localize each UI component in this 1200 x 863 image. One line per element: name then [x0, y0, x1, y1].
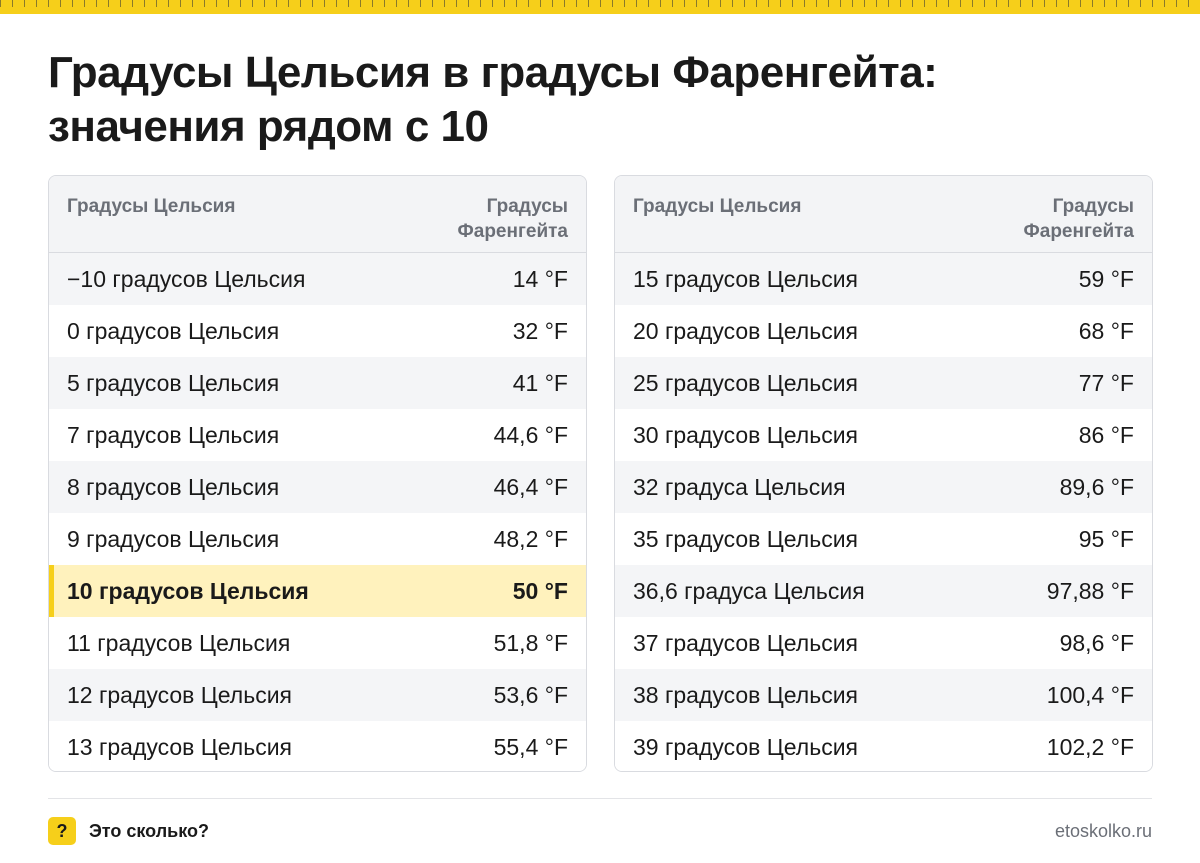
- table-row: 12 градусов Цельсия 53,6 °F: [49, 669, 586, 721]
- fahrenheit-cell: 50 °F: [512, 577, 568, 604]
- table-row: 15 градусов Цельсия 59 °F: [615, 253, 1152, 305]
- celsius-cell: 12 градусов Цельсия: [67, 681, 293, 708]
- table-body: −10 градусов Цельсия 14 °F 0 градусов Цел…: [49, 253, 586, 771]
- table-row: 30 градусов Цельсия 86 °F: [615, 409, 1152, 461]
- celsius-cell: 5 градусов Цельсия: [67, 369, 280, 396]
- table-row: 13 градусов Цельсия 55,4 °F: [49, 721, 586, 771]
- table-row: 32 градуса Цельсия 89,6 °F: [615, 461, 1152, 513]
- table-row: 8 градусов Цельсия 46,4 °F: [49, 461, 586, 513]
- celsius-cell: 37 градусов Цельсия: [633, 629, 859, 656]
- table-row: −10 градусов Цельсия 14 °F: [49, 253, 586, 305]
- header-celsius: Градусы Цельсия: [633, 196, 802, 217]
- celsius-cell: 0 градусов Цельсия: [67, 317, 280, 344]
- celsius-cell: 32 градуса Цельсия: [633, 473, 846, 500]
- conversion-table-left: Градусы Цельсия Градусы Фаренгейта −10 г…: [48, 175, 587, 772]
- fahrenheit-cell: 41 °F: [512, 369, 568, 396]
- celsius-cell: 25 градусов Цельсия: [633, 369, 859, 396]
- fahrenheit-cell: 55,4 °F: [493, 733, 568, 760]
- table-row: 25 градусов Цельсия 77 °F: [615, 357, 1152, 409]
- table-row: 20 градусов Цельсия 68 °F: [615, 305, 1152, 357]
- table-row: 11 градусов Цельсия 51,8 °F: [49, 617, 586, 669]
- fahrenheit-cell: 98,6 °F: [1059, 629, 1134, 656]
- header-celsius: Градусы Цельсия: [67, 196, 236, 217]
- fahrenheit-cell: 46,4 °F: [493, 473, 568, 500]
- fahrenheit-cell: 44,6 °F: [493, 421, 568, 448]
- fahrenheit-cell: 53,6 °F: [493, 681, 568, 708]
- fahrenheit-cell: 68 °F: [1078, 317, 1134, 344]
- celsius-cell: 8 градусов Цельсия: [67, 473, 280, 500]
- brand-name: Это сколько?: [89, 821, 209, 841]
- table-row: 36,6 градуса Цельсия 97,88 °F: [615, 565, 1152, 617]
- footer-divider: [48, 798, 1152, 799]
- celsius-cell: 9 градусов Цельсия: [67, 525, 280, 552]
- table-row: 0 градусов Цельсия 32 °F: [49, 305, 586, 357]
- header-fahrenheit: Градусы Фаренгейта: [1023, 196, 1134, 242]
- fahrenheit-cell: 51,8 °F: [493, 629, 568, 656]
- celsius-cell: 36,6 градуса Цельсия: [633, 577, 865, 604]
- fahrenheit-cell: 95 °F: [1078, 525, 1134, 552]
- celsius-cell: 39 градусов Цельсия: [633, 733, 859, 760]
- fahrenheit-cell: 14 °F: [512, 265, 568, 292]
- table-header: Градусы Цельсия Градусы Фаренгейта: [49, 176, 586, 253]
- question-mark-icon: ?: [48, 817, 76, 845]
- table-row: 38 градусов Цельсия 100,4 °F: [615, 669, 1152, 721]
- celsius-cell: 7 градусов Цельсия: [67, 421, 280, 448]
- celsius-cell: 13 градусов Цельсия: [67, 733, 293, 760]
- fahrenheit-cell: 59 °F: [1078, 265, 1134, 292]
- table-body: 15 градусов Цельсия 59 °F 20 градусов Цел…: [615, 253, 1152, 771]
- celsius-cell: 10 градусов Цельсия: [67, 577, 309, 604]
- table-row: 35 градусов Цельсия 95 °F: [615, 513, 1152, 565]
- site-url: etoskolko.ru: [1054, 821, 1152, 841]
- celsius-cell: 20 градусов Цельсия: [633, 317, 859, 344]
- celsius-cell: −10 градусов Цельсия: [67, 265, 306, 292]
- fahrenheit-cell: 48,2 °F: [493, 525, 568, 552]
- badge-glyph: ?: [56, 820, 68, 841]
- page-title: Градусы Цельсия в градусы Фаренгейта: зн…: [48, 46, 1148, 154]
- celsius-cell: 30 градусов Цельсия: [633, 421, 859, 448]
- table-row: 7 градусов Цельсия 44,6 °F: [49, 409, 586, 461]
- fahrenheit-cell: 100,4 °F: [1046, 681, 1134, 708]
- fahrenheit-cell: 32 °F: [512, 317, 568, 344]
- celsius-cell: 35 градусов Цельсия: [633, 525, 859, 552]
- page-title-line-1: Градусы Цельсия в градусы Фаренгейта:: [48, 48, 938, 97]
- celsius-cell: 11 градусов Цельсия: [67, 629, 291, 656]
- page-title-line-2: значения рядом с 10: [48, 102, 489, 151]
- fahrenheit-cell: 97,88 °F: [1046, 577, 1134, 604]
- fahrenheit-cell: 89,6 °F: [1059, 473, 1134, 500]
- fahrenheit-cell: 102,2 °F: [1046, 733, 1134, 760]
- celsius-cell: 15 градусов Цельсия: [633, 265, 859, 292]
- table-header: Градусы Цельсия Градусы Фаренгейта: [615, 176, 1152, 253]
- fahrenheit-cell: 77 °F: [1078, 369, 1134, 396]
- table-row: 37 градусов Цельсия 98,6 °F: [615, 617, 1152, 669]
- celsius-cell: 38 градусов Цельсия: [633, 681, 859, 708]
- fahrenheit-cell: 86 °F: [1078, 421, 1134, 448]
- table-row: 39 градусов Цельсия 102,2 °F: [615, 721, 1152, 771]
- table-row-highlighted: 10 градусов Цельсия 50 °F: [49, 565, 586, 617]
- conversion-table-right: Градусы Цельсия Градусы Фаренгейта 15 гр…: [614, 175, 1153, 772]
- ruler-stripe: [0, 0, 1200, 14]
- table-row: 9 градусов Цельсия 48,2 °F: [49, 513, 586, 565]
- header-fahrenheit: Градусы Фаренгейта: [457, 196, 568, 242]
- table-row: 5 градусов Цельсия 41 °F: [49, 357, 586, 409]
